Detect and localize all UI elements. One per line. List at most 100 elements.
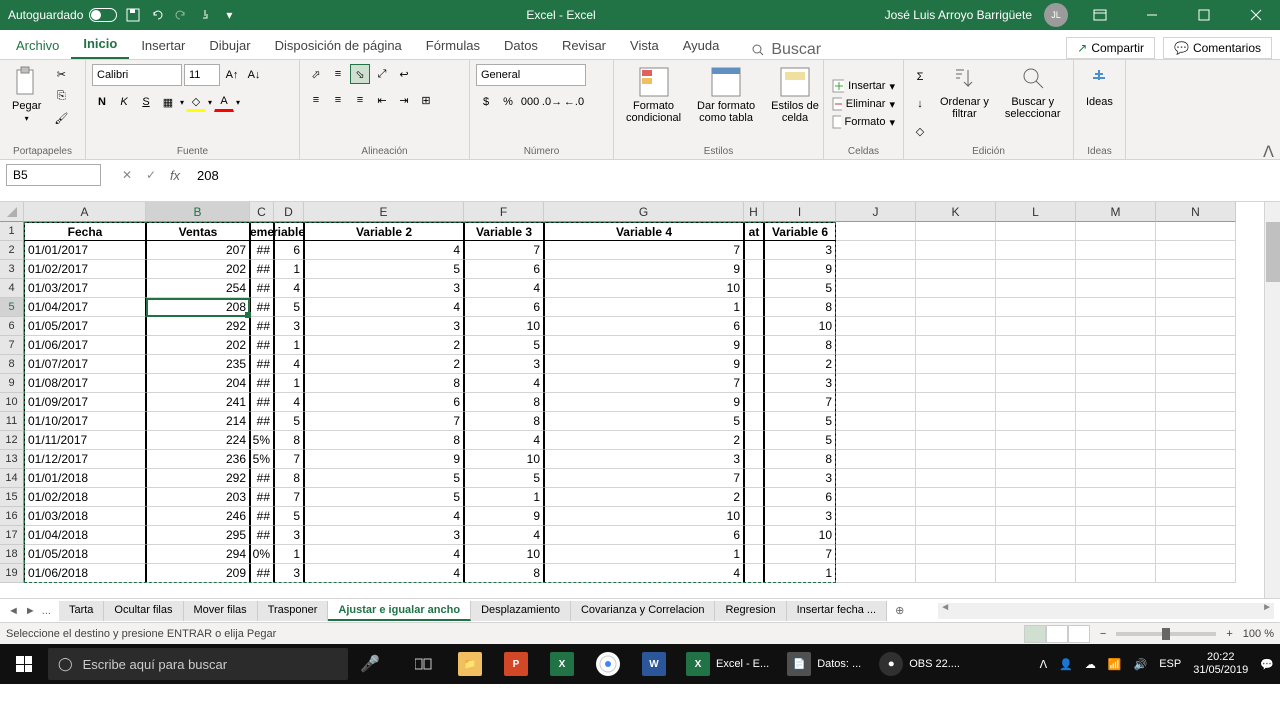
row-header-11[interactable]: 11 bbox=[0, 412, 24, 431]
increase-decimal-icon[interactable]: .0→ bbox=[542, 92, 562, 112]
find-select-button[interactable]: Buscar y seleccionar bbox=[999, 64, 1067, 144]
col-header-L[interactable]: L bbox=[996, 202, 1076, 222]
cell[interactable] bbox=[916, 298, 996, 317]
cell[interactable]: 3 bbox=[544, 450, 744, 469]
tell-me-search[interactable]: Buscar bbox=[751, 41, 821, 59]
cell[interactable] bbox=[1156, 526, 1236, 545]
bold-icon[interactable]: N bbox=[92, 92, 112, 112]
close-icon[interactable] bbox=[1236, 0, 1276, 30]
cell[interactable] bbox=[836, 564, 916, 583]
cell[interactable]: Fecha bbox=[24, 222, 146, 241]
taskbar-obs-window[interactable]: ⏺OBS 22.... bbox=[871, 644, 968, 684]
tray-overflow-icon[interactable]: ᐱ bbox=[1040, 658, 1048, 671]
col-header-J[interactable]: J bbox=[836, 202, 916, 222]
cell[interactable] bbox=[1156, 260, 1236, 279]
page-break-view-icon[interactable] bbox=[1068, 625, 1090, 643]
select-all-corner[interactable] bbox=[0, 202, 24, 222]
cell[interactable] bbox=[1156, 431, 1236, 450]
cell[interactable]: 2 bbox=[304, 355, 464, 374]
save-icon[interactable] bbox=[125, 7, 141, 23]
cell[interactable]: 5 bbox=[304, 469, 464, 488]
row-header-5[interactable]: 5 bbox=[0, 298, 24, 317]
tab-disposicion[interactable]: Disposición de página bbox=[263, 32, 414, 59]
col-header-D[interactable]: D bbox=[274, 202, 304, 222]
sheet-tab[interactable]: Regresion bbox=[715, 601, 786, 621]
cell[interactable]: 204 bbox=[146, 374, 250, 393]
cell[interactable]: 10 bbox=[544, 279, 744, 298]
cell[interactable]: 01/10/2017 bbox=[24, 412, 146, 431]
cell[interactable]: 294 bbox=[146, 545, 250, 564]
cell[interactable]: 4 bbox=[304, 507, 464, 526]
sheet-tab[interactable]: Mover filas bbox=[184, 601, 258, 621]
row-header-1[interactable]: 1 bbox=[0, 222, 24, 241]
sheet-nav-prev-icon[interactable]: ◄ bbox=[8, 605, 19, 617]
cell[interactable] bbox=[916, 241, 996, 260]
cell[interactable]: 8 bbox=[764, 298, 836, 317]
cell[interactable] bbox=[1156, 412, 1236, 431]
row-header-2[interactable]: 2 bbox=[0, 241, 24, 260]
cell[interactable]: 3 bbox=[304, 317, 464, 336]
cell[interactable] bbox=[836, 488, 916, 507]
cell[interactable] bbox=[836, 241, 916, 260]
fill-color-icon[interactable]: ◇ bbox=[186, 92, 206, 112]
cell[interactable]: ## bbox=[250, 374, 274, 393]
tray-people-icon[interactable]: 👤 bbox=[1059, 658, 1073, 671]
cell[interactable] bbox=[1156, 336, 1236, 355]
cell[interactable]: Variable 6 bbox=[764, 222, 836, 241]
qat-customize-icon[interactable]: ▾ bbox=[221, 7, 237, 23]
cell[interactable]: 4 bbox=[464, 279, 544, 298]
cell[interactable]: 4 bbox=[304, 545, 464, 564]
currency-icon[interactable]: $ bbox=[476, 92, 496, 112]
cell[interactable]: 10 bbox=[464, 317, 544, 336]
cell[interactable]: 236 bbox=[146, 450, 250, 469]
cell[interactable] bbox=[1076, 317, 1156, 336]
cell[interactable] bbox=[1156, 393, 1236, 412]
cell[interactable]: 3 bbox=[764, 507, 836, 526]
cell[interactable] bbox=[996, 431, 1076, 450]
cell[interactable]: 6 bbox=[274, 241, 304, 260]
file-explorer-icon[interactable]: 📁 bbox=[448, 644, 492, 684]
cell[interactable]: 5 bbox=[304, 260, 464, 279]
cell[interactable] bbox=[916, 507, 996, 526]
normal-view-icon[interactable] bbox=[1024, 625, 1046, 643]
cell[interactable]: 3 bbox=[274, 526, 304, 545]
cell[interactable] bbox=[836, 279, 916, 298]
cell[interactable]: 0% bbox=[250, 545, 274, 564]
taskbar-excel-window[interactable]: XExcel - E... bbox=[678, 644, 777, 684]
cell[interactable]: 209 bbox=[146, 564, 250, 583]
cell[interactable]: 9 bbox=[464, 507, 544, 526]
cell[interactable] bbox=[1076, 450, 1156, 469]
cell[interactable]: 3 bbox=[304, 526, 464, 545]
col-header-F[interactable]: F bbox=[464, 202, 544, 222]
cell[interactable] bbox=[1156, 222, 1236, 241]
cell[interactable] bbox=[996, 488, 1076, 507]
cell[interactable] bbox=[1156, 279, 1236, 298]
cell[interactable]: ## bbox=[250, 507, 274, 526]
cell[interactable]: 6 bbox=[464, 260, 544, 279]
cell[interactable]: 01/05/2017 bbox=[24, 317, 146, 336]
align-center-icon[interactable]: ≡ bbox=[328, 90, 348, 110]
align-left-icon[interactable]: ≡ bbox=[306, 90, 326, 110]
cell[interactable] bbox=[744, 393, 764, 412]
cell[interactable]: 202 bbox=[146, 260, 250, 279]
font-color-icon[interactable]: A bbox=[214, 92, 234, 112]
delete-cells-button[interactable]: Eliminar ▾ bbox=[830, 96, 897, 112]
cell[interactable] bbox=[1076, 431, 1156, 450]
conditional-format-button[interactable]: Formato condicional bbox=[620, 64, 687, 144]
col-header-B[interactable]: B bbox=[146, 202, 250, 222]
cell[interactable] bbox=[744, 545, 764, 564]
cell[interactable] bbox=[916, 260, 996, 279]
fx-icon[interactable]: fx bbox=[163, 164, 187, 186]
cell[interactable] bbox=[916, 355, 996, 374]
format-cells-button[interactable]: Formato ▾ bbox=[830, 114, 897, 130]
cell[interactable]: 01/03/2017 bbox=[24, 279, 146, 298]
cell[interactable]: 8 bbox=[274, 431, 304, 450]
tray-notifications-icon[interactable]: 💬 bbox=[1260, 658, 1274, 671]
ideas-button[interactable]: Ideas bbox=[1080, 64, 1119, 144]
cell[interactable]: 1 bbox=[274, 260, 304, 279]
cell[interactable] bbox=[836, 507, 916, 526]
tray-network-icon[interactable]: 📶 bbox=[1108, 658, 1122, 671]
cell[interactable]: 1 bbox=[274, 336, 304, 355]
cell[interactable]: 10 bbox=[544, 507, 744, 526]
cell[interactable]: 3 bbox=[764, 374, 836, 393]
